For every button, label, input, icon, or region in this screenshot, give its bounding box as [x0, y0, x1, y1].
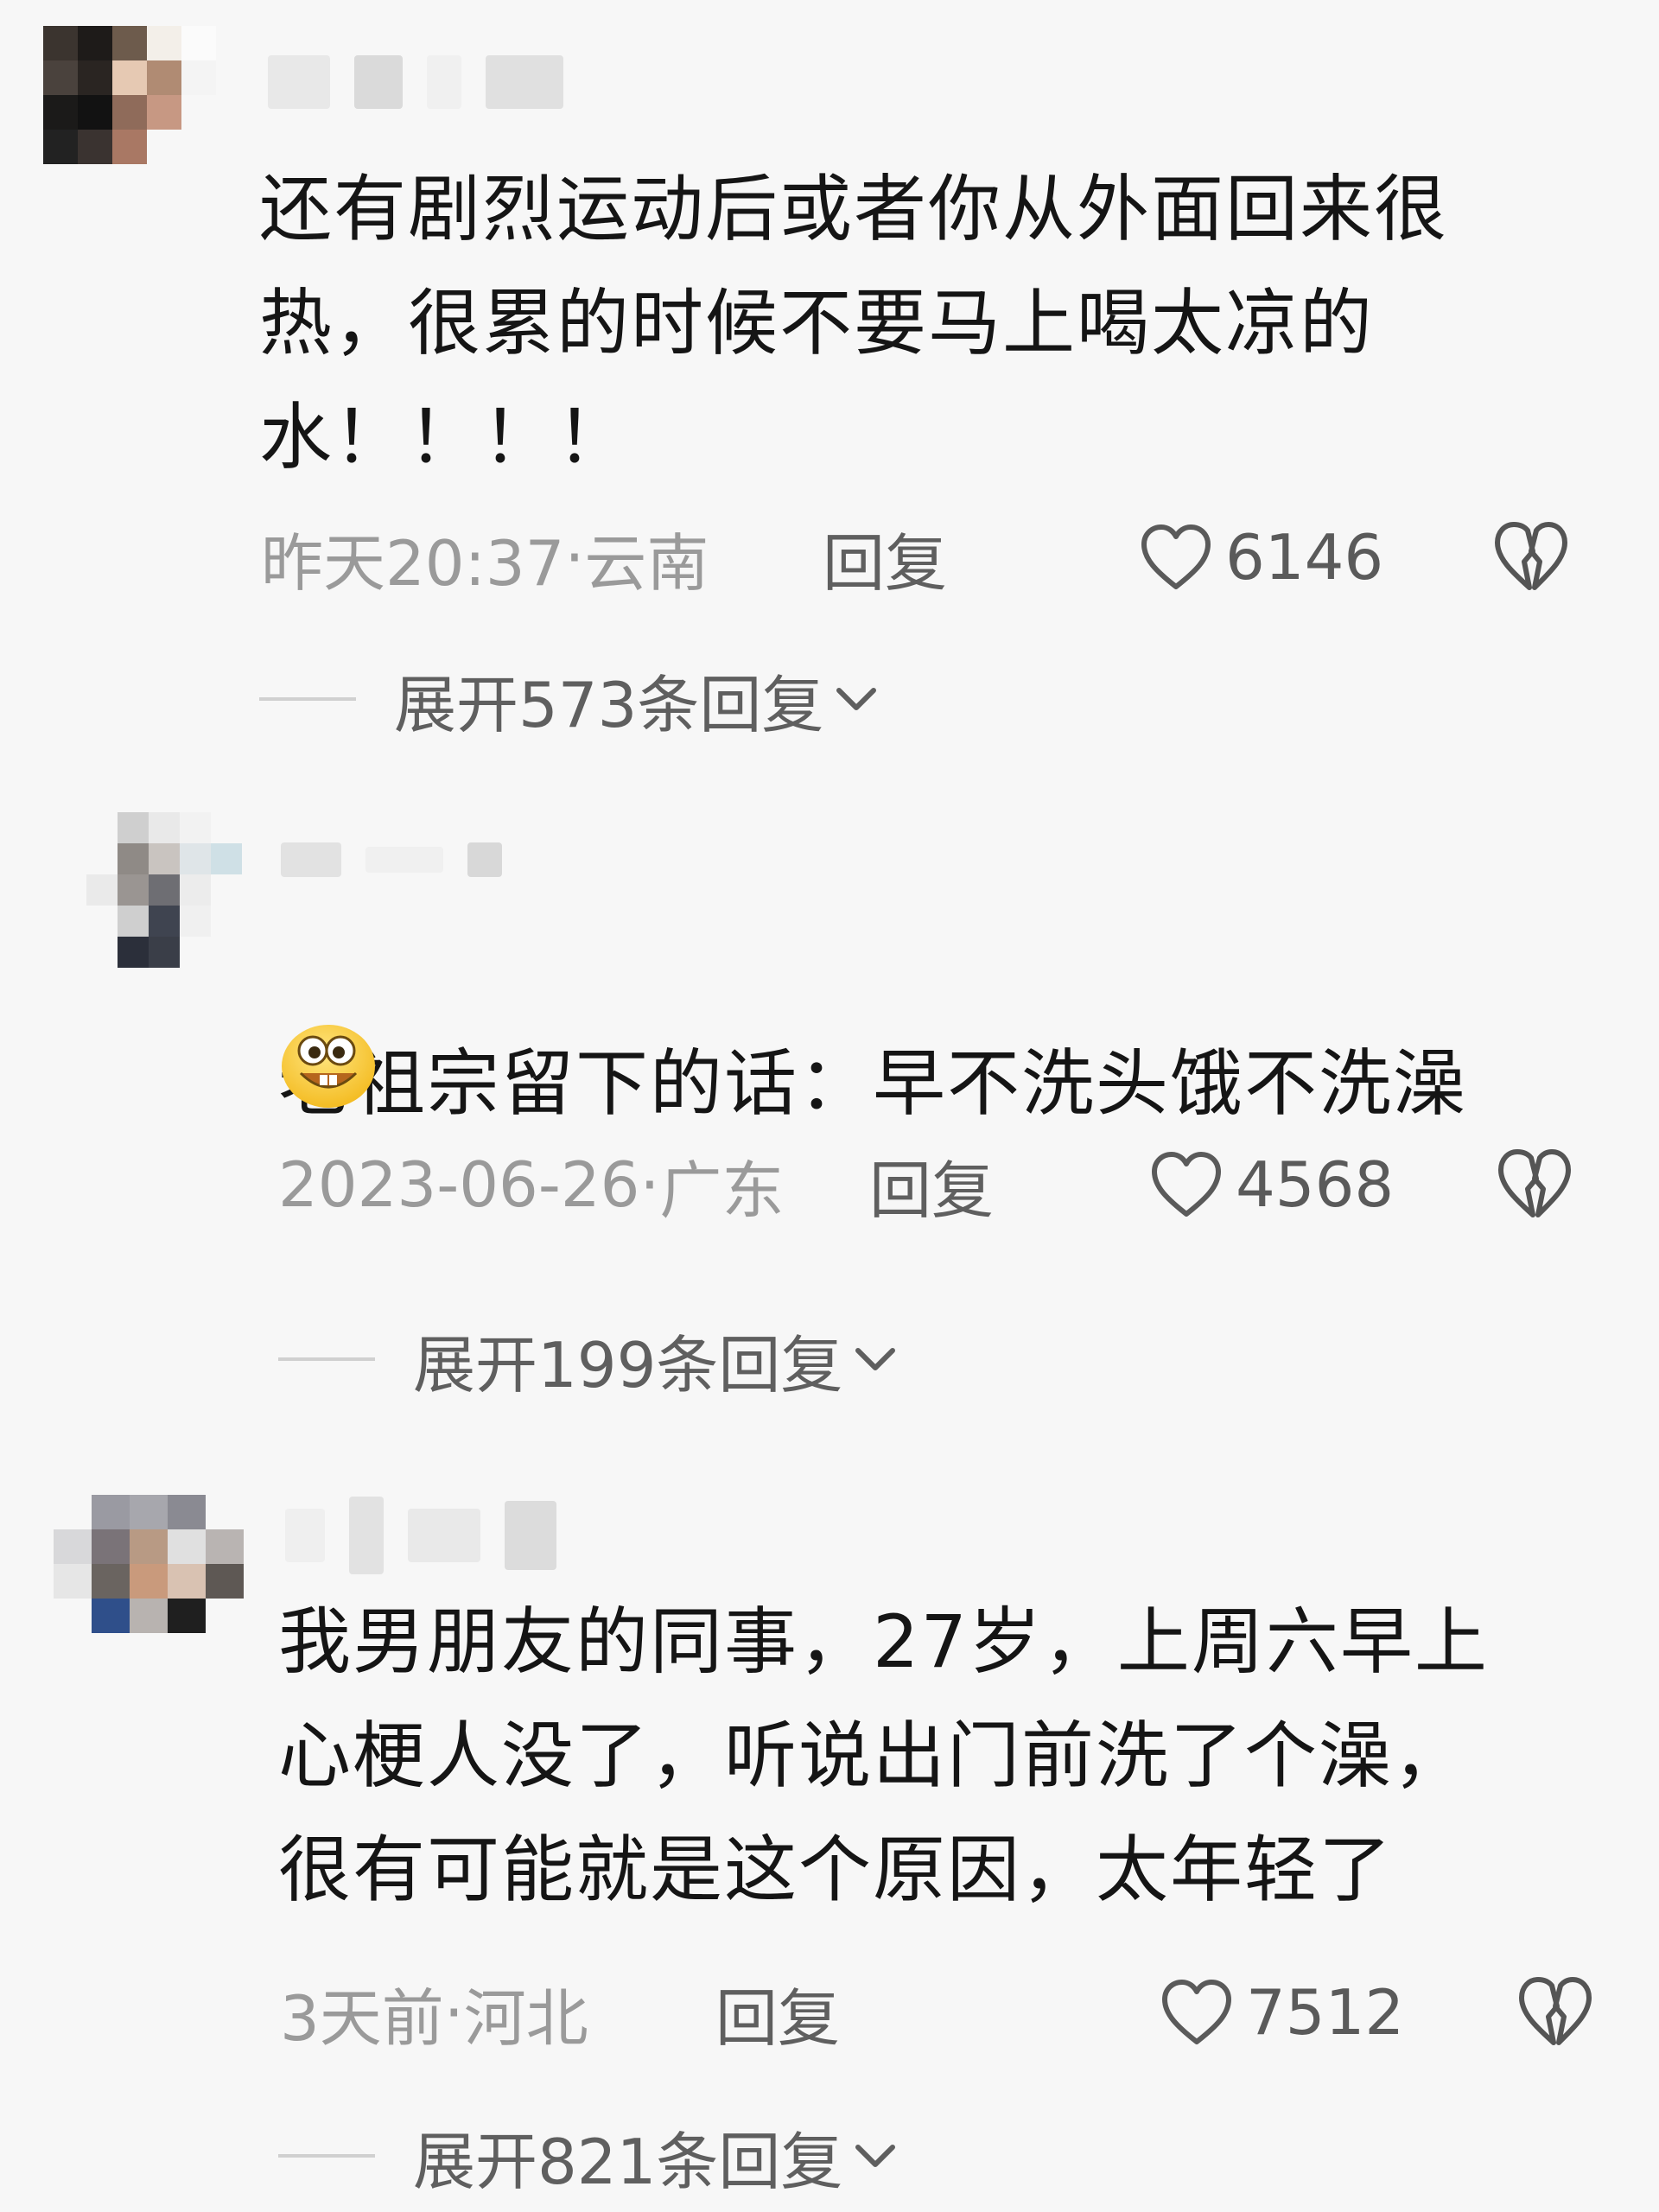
chevron-down-icon: [855, 1348, 896, 1370]
avatar[interactable]: [86, 812, 242, 968]
expand-replies-button[interactable]: 展开821条回复: [278, 2117, 899, 2198]
expand-replies-label: 展开199条回复: [413, 1328, 843, 1402]
comment-time: 3天前: [280, 1981, 444, 2055]
broken-heart-icon[interactable]: [1493, 520, 1569, 594]
comment-text-content: 老祖宗留下的话：早不洗头饿不洗澡: [278, 1041, 1468, 1126]
broken-heart-icon[interactable]: [1497, 1147, 1573, 1222]
meta-separator: ·: [639, 1148, 660, 1221]
expand-replies-button[interactable]: 展开573条回复: [259, 660, 880, 741]
comment-region: 广东: [659, 1154, 785, 1227]
like-count: 6146: [1225, 521, 1384, 594]
comment-region: 河北: [463, 1981, 588, 2055]
comment-time: 2023-06-26: [278, 1148, 640, 1221]
comment-text: 我男朋友的同事，27岁，上周六早上 心梗人没了，听说出门前洗了个澡， 很有可能就…: [278, 1599, 1489, 1912]
comment-meta: 2023-06-26 · 广东: [278, 1146, 784, 1227]
comment-time: 昨天20:37: [261, 526, 565, 600]
avatar[interactable]: [54, 1495, 244, 1668]
comment-text: 老祖宗留下的话：早不洗头饿不洗澡: [278, 912, 1659, 1141]
username-blurred[interactable]: [281, 821, 502, 899]
comment-text: 还有剧烈运动后或者你从外面回来很 热，很累的时候不要马上喝太凉的 水！！！！: [259, 167, 1449, 480]
chevron-down-icon: [836, 688, 877, 710]
expand-divider: [278, 2154, 375, 2158]
meta-separator: ·: [564, 521, 585, 594]
reply-button[interactable]: 回复: [869, 1146, 994, 1227]
comment-item: 老祖宗留下的话：早不洗头饿不洗澡 2023-06-26 · 广东 回复 4568…: [0, 760, 1659, 1452]
like-button[interactable]: 7512: [1160, 1974, 1404, 2051]
reply-button[interactable]: 回复: [823, 518, 947, 600]
comment-item: 我男朋友的同事，27岁，上周六早上 心梗人没了，听说出门前洗了个澡， 很有可能就…: [0, 1452, 1659, 2212]
heart-outline-icon: [1141, 524, 1211, 589]
expand-replies-button[interactable]: 展开199条回复: [278, 1320, 899, 1402]
heart-outline-icon: [1162, 1980, 1231, 2044]
username-blurred[interactable]: [268, 43, 563, 121]
comment-meta: 昨天20:37 · 云南: [261, 518, 709, 600]
like-count: 4568: [1236, 1148, 1395, 1221]
expand-replies-label: 展开573条回复: [394, 668, 824, 741]
heart-outline-icon: [1152, 1152, 1221, 1217]
broken-heart-icon[interactable]: [1517, 1975, 1593, 2050]
meta-separator: ·: [443, 1976, 464, 2049]
comment-meta: 3天前 · 河北: [280, 1974, 588, 2055]
expand-divider: [259, 697, 356, 701]
expand-divider: [278, 1357, 375, 1361]
reply-button[interactable]: 回复: [715, 1974, 840, 2055]
comment-region: 云南: [584, 526, 709, 600]
chevron-down-icon: [855, 2145, 896, 2167]
grinning-face-emoji: [282, 1025, 375, 1108]
avatar[interactable]: [43, 26, 216, 199]
comment-item: 还有剧烈运动后或者你从外面回来很 热，很累的时候不要马上喝太凉的 水！！！！ 昨…: [0, 0, 1659, 760]
username-blurred[interactable]: [285, 1497, 556, 1574]
like-button[interactable]: 4568: [1149, 1146, 1394, 1224]
like-count: 7512: [1246, 1976, 1405, 2049]
expand-replies-label: 展开821条回复: [413, 2125, 843, 2198]
like-button[interactable]: 6146: [1139, 518, 1383, 596]
